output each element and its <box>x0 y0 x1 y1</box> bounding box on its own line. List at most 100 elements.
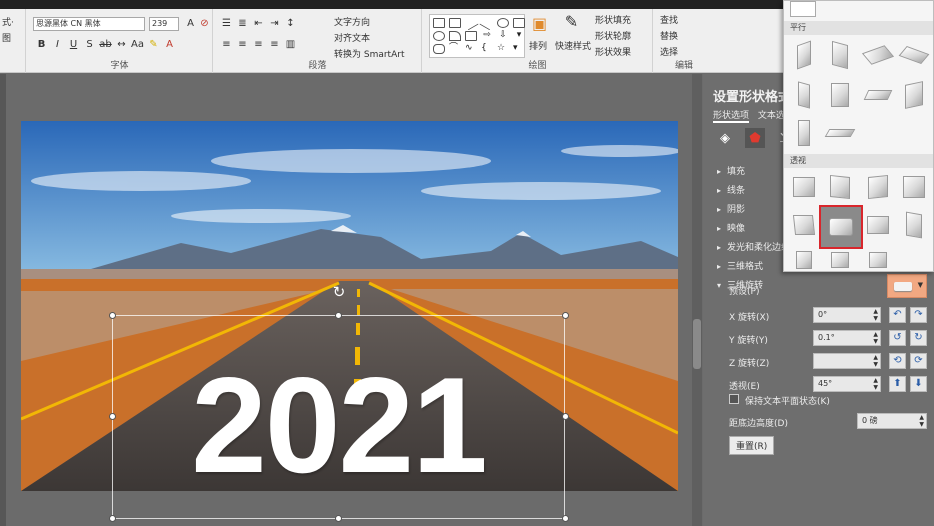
strikethrough-icon[interactable]: ab <box>99 38 112 51</box>
gallery-item-perspective[interactable] <box>826 173 854 201</box>
oval-shape-icon[interactable] <box>497 18 509 28</box>
font-size-combo[interactable]: 239 <box>149 17 179 31</box>
justify-icon[interactable]: ≡ <box>268 38 281 51</box>
z-rotation-input[interactable]: ▲ ▼ <box>813 353 881 369</box>
gallery-item-perspective[interactable] <box>790 249 818 271</box>
gallery-item-parallel[interactable] <box>790 40 818 70</box>
section-reflection[interactable]: ▸ 映像 <box>717 221 745 234</box>
resize-handle-sw[interactable] <box>109 515 116 522</box>
bold-icon[interactable]: B <box>35 38 48 51</box>
gallery-item-parallel[interactable] <box>824 119 856 147</box>
arrange-icon[interactable]: ▣ <box>532 14 547 33</box>
gallery-item-parallel[interactable] <box>790 81 818 109</box>
resize-handle-n[interactable] <box>335 312 342 319</box>
layout-button[interactable]: 式· <box>2 15 14 28</box>
section-fill[interactable]: ▸ 填充 <box>717 164 745 177</box>
triangle-shape-icon[interactable] <box>449 31 461 41</box>
gallery-item-parallel[interactable] <box>861 41 895 69</box>
resize-handle-e[interactable] <box>562 413 569 420</box>
numbering-icon[interactable]: ≣ <box>236 17 249 30</box>
columns-icon[interactable]: ▥ <box>284 38 297 51</box>
brace-shape-icon[interactable]: { <box>481 44 493 54</box>
decrease-indent-icon[interactable]: ⇤ <box>252 17 265 30</box>
resize-handle-nw[interactable] <box>109 312 116 319</box>
arrange-button[interactable]: 排列 <box>529 39 547 52</box>
grow-font-icon[interactable]: A <box>184 17 197 30</box>
bullets-icon[interactable]: ☰ <box>220 17 233 30</box>
perspective-narrow-icon[interactable]: ⬆ <box>889 376 906 392</box>
resize-handle-ne[interactable] <box>562 312 569 319</box>
quick-styles-button[interactable]: 快速样式 <box>555 39 591 52</box>
rect-shape-icon[interactable] <box>513 18 525 28</box>
preset-dropdown[interactable]: ▼ <box>887 274 927 298</box>
circle-shape-icon[interactable] <box>433 31 445 41</box>
perspective-widen-icon[interactable]: ⬇ <box>910 376 927 392</box>
gallery-item-perspective[interactable] <box>900 173 928 201</box>
align-text-button[interactable]: 对齐文本 <box>334 31 370 44</box>
gallery-item-perspective[interactable] <box>864 211 892 239</box>
gallery-item-perspective-selected[interactable] <box>819 205 863 249</box>
fill-line-icon[interactable]: ◈ <box>715 128 735 148</box>
arrow-shape-icon[interactable]: ⇨ <box>481 31 493 41</box>
scroll-down-icon[interactable]: ▾ <box>513 44 525 54</box>
rect-shape-icon[interactable] <box>449 18 461 28</box>
gallery-item-perspective[interactable] <box>826 249 854 271</box>
font-color-icon[interactable]: A <box>163 38 176 51</box>
y-rotation-input[interactable]: 0.1° ▲ ▼ <box>813 330 881 346</box>
square-shape-icon[interactable] <box>465 31 477 41</box>
tab-shape-options[interactable]: 形状选项 <box>713 111 750 123</box>
rotate-cw-icon[interactable]: ⟳ <box>910 353 927 369</box>
rotate-right-icon[interactable]: ↷ <box>910 307 927 323</box>
star-shape-icon[interactable]: ☆ <box>497 44 509 54</box>
line-spacing-icon[interactable]: ↕ <box>284 17 297 30</box>
rotate-down-icon[interactable]: ↻ <box>910 330 927 346</box>
shape-fill-button[interactable]: 形状填充 <box>595 13 631 26</box>
line-shape-icon[interactable] <box>479 15 495 31</box>
resize-handle-w[interactable] <box>109 413 116 420</box>
vertical-scrollbar[interactable] <box>692 74 702 526</box>
more-shapes-icon[interactable]: ▾ <box>513 31 525 41</box>
change-case-icon[interactable]: Aa <box>131 38 144 51</box>
gallery-item-parallel[interactable] <box>790 119 818 147</box>
section-line[interactable]: ▸ 线条 <box>717 183 745 196</box>
resize-handle-s[interactable] <box>335 515 342 522</box>
gallery-item-parallel[interactable] <box>863 81 893 109</box>
select-button[interactable]: 选择 <box>660 45 678 58</box>
section-shadow[interactable]: ▸ 阴影 <box>717 202 745 215</box>
gallery-item-perspective[interactable] <box>790 173 818 201</box>
rect-shape-icon[interactable] <box>433 18 445 28</box>
text-direction-button[interactable]: 文字方向 <box>334 15 370 28</box>
gallery-item-perspective[interactable] <box>790 211 818 239</box>
rotate-handle-icon[interactable]: ↻ <box>331 284 347 300</box>
underline-icon[interactable]: U <box>67 38 80 51</box>
reset-button[interactable]: 重置(R) <box>729 436 775 455</box>
selection-box[interactable] <box>112 315 565 519</box>
shape-outline-button[interactable]: 形状轮廓 <box>595 29 631 42</box>
distance-input[interactable]: 0 磅 ▲ ▼ <box>857 413 927 429</box>
align-right-icon[interactable]: ≡ <box>252 38 265 51</box>
keep-text-flat-checkbox[interactable] <box>729 394 739 404</box>
clear-format-icon[interactable]: ⊘ <box>198 17 211 30</box>
curve-shape-icon[interactable]: ⌒ <box>449 44 461 54</box>
line-shape-icon[interactable] <box>463 15 479 31</box>
section-3d-format[interactable]: ▸ 三维格式 <box>717 259 763 272</box>
gallery-item-perspective[interactable] <box>900 211 928 239</box>
rotate-up-icon[interactable]: ↺ <box>889 330 906 346</box>
effects-icon[interactable]: ⬟ <box>745 128 765 148</box>
curve-shape-icon[interactable]: ∿ <box>465 44 477 54</box>
rotate-ccw-icon[interactable]: ⟲ <box>889 353 906 369</box>
gallery-item-perspective[interactable] <box>864 249 892 271</box>
replace-button[interactable]: 替换 <box>660 29 678 42</box>
scrollbar-thumb[interactable] <box>693 319 701 369</box>
gallery-item-parallel[interactable] <box>826 40 854 70</box>
gallery-item-parallel[interactable] <box>900 81 928 109</box>
shadow-text-icon[interactable]: S <box>83 38 96 51</box>
rounded-rect-shape-icon[interactable] <box>433 44 445 54</box>
char-spacing-icon[interactable]: ↔ <box>115 38 128 51</box>
quick-styles-icon[interactable]: ✎ <box>565 12 578 31</box>
x-rotation-input[interactable]: 0° ▲ ▼ <box>813 307 881 323</box>
increase-indent-icon[interactable]: ⇥ <box>268 17 281 30</box>
gallery-item-parallel[interactable] <box>826 81 854 109</box>
shapes-gallery[interactable]: ⇨ ⇩ ▾ ⌒ ∿ { ☆ ▾ <box>429 14 525 58</box>
section-glow[interactable]: ▸ 发光和柔化边缘 <box>717 240 790 253</box>
